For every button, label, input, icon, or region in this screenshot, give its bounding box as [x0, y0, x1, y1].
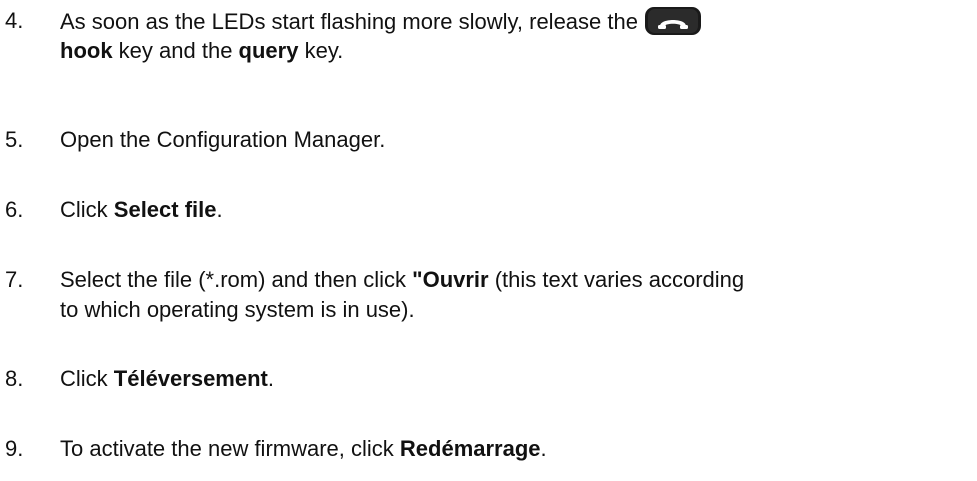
step-text-part: . — [216, 197, 223, 222]
step-text: hook key and the query key. — [60, 36, 343, 66]
redemarrage-label: Redémarrage — [399, 436, 541, 461]
step-number: 5. — [5, 127, 24, 152]
step-text: Open the Configuration Manager. — [60, 127, 386, 152]
step-text-part: . — [540, 436, 547, 461]
step-text-part: (this text varies according — [488, 267, 745, 292]
step-number: 4. — [5, 8, 24, 33]
step-text-part: As soon as the LEDs start flashing more … — [60, 9, 638, 34]
step-text: Click Select file. — [60, 195, 223, 225]
step-text-part: key and the — [112, 38, 239, 63]
step-number: 6. — [5, 197, 24, 222]
step-text-part: Select the file (*.rom) and then click — [60, 267, 413, 292]
hook-key-icon — [644, 6, 702, 36]
step-text-part: To activate the new firmware, click — [60, 436, 400, 461]
step-number: 9. — [5, 436, 24, 461]
step-text: Select the file (*.rom) and then click "… — [60, 265, 744, 295]
step-text: To activate the new firmware, click Redé… — [60, 434, 547, 464]
step-text: Click Téléversement. — [60, 364, 274, 394]
step-text: As soon as the LEDs start flashing more … — [60, 6, 702, 37]
query-key-label: query — [238, 38, 299, 63]
step-text-part: Click — [60, 366, 114, 391]
step-text-part: . — [267, 366, 274, 391]
step-text-part: Click — [60, 197, 114, 222]
instruction-list: 4. As soon as the LEDs start flashing mo… — [0, 0, 977, 481]
ouvrir-label: "Ouvrir — [412, 267, 489, 292]
step-text: to which operating system is in use). — [60, 297, 415, 322]
select-file-label: Select file — [113, 197, 217, 222]
hook-key-label: hook — [60, 38, 113, 63]
step-text-part: key. — [298, 38, 344, 63]
televersement-label: Téléversement — [113, 366, 268, 391]
step-number: 7. — [5, 267, 24, 292]
step-number: 8. — [5, 366, 24, 391]
